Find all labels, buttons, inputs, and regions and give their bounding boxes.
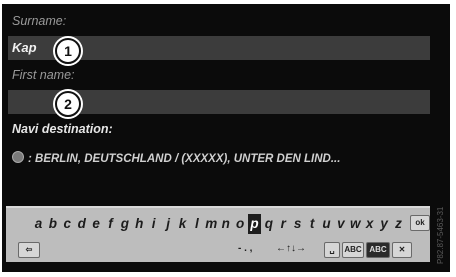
letter-key-h[interactable]: h <box>133 214 146 234</box>
letter-key-k[interactable]: k <box>176 214 189 234</box>
letter-key-r[interactable]: r <box>277 214 290 234</box>
delete-button[interactable]: ✕ <box>392 242 412 258</box>
character-bar: abcdefghijklmnopqrstuvwxyz ok ⇦ - . , ←↑… <box>6 206 430 262</box>
navi-destination-label: Navi destination: <box>12 122 113 136</box>
space-button[interactable]: ␣ <box>324 242 340 258</box>
callout-1: 1 <box>55 38 81 64</box>
figure-code: P82.87-5463-31 <box>436 206 445 264</box>
cursor-keys[interactable]: ←↑↓→ <box>276 242 306 256</box>
letter-key-a[interactable]: a <box>32 214 45 234</box>
navi-destination-value: : BERLIN, DEUTSCHLAND / (XXXXX), UNTER D… <box>28 153 341 165</box>
letter-key-e[interactable]: e <box>90 214 103 234</box>
back-button[interactable]: ⇦ <box>18 242 40 258</box>
callout-2: 2 <box>55 91 81 117</box>
letter-key-f[interactable]: f <box>104 214 117 234</box>
letter-key-x[interactable]: x <box>363 214 376 234</box>
surname-label: Surname: <box>12 14 67 28</box>
destination-flag-icon <box>12 151 24 163</box>
ok-button[interactable]: ok <box>410 215 430 231</box>
letter-key-j[interactable]: j <box>162 214 175 234</box>
first-name-label: First name: <box>12 68 75 82</box>
navi-destination-row[interactable]: : BERLIN, DEUTSCHLAND / (XXXXX), UNTER D… <box>8 148 430 170</box>
letter-key-v[interactable]: v <box>334 214 347 234</box>
letter-key-p[interactable]: p <box>248 214 261 234</box>
letter-key-u[interactable]: u <box>320 214 333 234</box>
letter-key-y[interactable]: y <box>378 214 391 234</box>
letter-key-s[interactable]: s <box>291 214 304 234</box>
input-screen: Surname: Kap 1 First name: 2 Navi destin… <box>2 4 450 272</box>
letter-key-c[interactable]: c <box>61 214 74 234</box>
surname-value: Kap <box>12 40 37 55</box>
letter-key-l[interactable]: l <box>190 214 203 234</box>
letter-key-n[interactable]: n <box>219 214 232 234</box>
letter-key-g[interactable]: g <box>118 214 131 234</box>
letter-key-w[interactable]: w <box>349 214 362 234</box>
symbols-keys[interactable]: - . , <box>238 242 252 256</box>
letter-key-b[interactable]: b <box>46 214 59 234</box>
letter-key-z[interactable]: z <box>392 214 405 234</box>
letter-row: abcdefghijklmnopqrstuvwxyz <box>6 214 430 234</box>
abc-button[interactable]: ABC <box>342 242 364 258</box>
letter-key-m[interactable]: m <box>205 214 218 234</box>
letter-key-t[interactable]: t <box>306 214 319 234</box>
letter-key-i[interactable]: i <box>147 214 160 234</box>
letter-key-q[interactable]: q <box>262 214 275 234</box>
special-chars-button[interactable]: ABC <box>366 242 390 258</box>
letter-key-d[interactable]: d <box>75 214 88 234</box>
letter-key-o[interactable]: o <box>234 214 247 234</box>
